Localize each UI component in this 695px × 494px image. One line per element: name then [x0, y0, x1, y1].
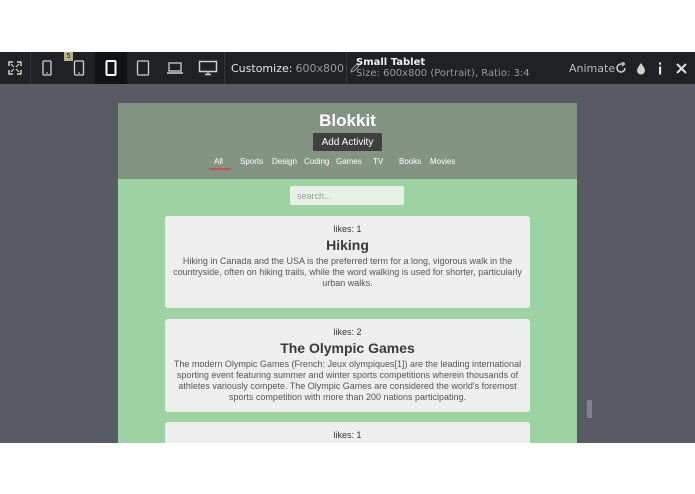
app-title: Blokkit — [319, 111, 376, 130]
device-frame: Blokkit Add Activity All Sports Design C… — [118, 103, 577, 443]
nav-item-sports[interactable]: Sports — [240, 157, 263, 166]
active-nav-underline — [209, 168, 231, 170]
card-title: The Olympic Games — [280, 340, 415, 356]
nav-item-coding[interactable]: Coding — [304, 157, 329, 166]
fullscreen-icon — [8, 61, 22, 75]
rotate-icon — [616, 62, 626, 73]
nav-item-tv[interactable]: TV — [373, 157, 383, 166]
search-input[interactable] — [290, 186, 404, 205]
animate-toggle[interactable]: Animate — [569, 62, 615, 75]
device-badge: 5 — [64, 52, 73, 61]
laptop-icon — [167, 62, 183, 74]
info-icon — [659, 62, 662, 74]
activity-card[interactable]: likes: 1 — [165, 422, 530, 443]
desktop-device-button[interactable] — [191, 52, 224, 84]
fullscreen-button[interactable] — [0, 52, 30, 84]
card-likes: likes: 1 — [333, 430, 362, 440]
card-title: Hiking — [326, 237, 369, 253]
drop-icon — [637, 62, 645, 74]
nav-item-all[interactable]: All — [214, 157, 223, 166]
nav-item-books[interactable]: Books — [399, 157, 421, 166]
scrollbar-thumb[interactable] — [587, 400, 592, 418]
close-icon — [675, 62, 687, 74]
tablet-icon — [136, 60, 150, 76]
card-likes: likes: 1 — [333, 224, 362, 234]
small-tablet-icon — [105, 60, 117, 76]
customize-label: Customize: — [231, 62, 293, 75]
activity-card[interactable]: likes: 2 The Olympic Games The modern Ol… — [165, 319, 530, 412]
phone-landscape-icon — [73, 60, 84, 76]
card-likes: likes: 2 — [333, 327, 362, 337]
device-size-info: Size: 600x800 (Portrait), Ratio: 3:4 — [356, 68, 530, 79]
phone-device-button[interactable] — [31, 52, 62, 84]
phone-icon — [41, 60, 52, 76]
add-activity-button[interactable]: Add Activity — [313, 133, 382, 151]
device-name: Small Tablet — [356, 57, 426, 68]
activity-card[interactable]: likes: 1 Hiking Hiking in Canada and the… — [165, 216, 530, 308]
top-blank-area — [0, 0, 695, 52]
card-description: The modern Olympic Games (French: Jeux o… — [173, 359, 522, 402]
app-header: Blokkit Add Activity All Sports Design C… — [118, 103, 577, 179]
card-description: Hiking in Canada and the USA is the pref… — [173, 256, 522, 288]
customize-control[interactable]: Customize: 600x800 — [231, 62, 361, 75]
tablet-device-button[interactable] — [127, 52, 159, 84]
color-drop-button[interactable] — [633, 52, 649, 84]
nav-item-design[interactable]: Design — [272, 157, 297, 166]
customize-value: 600x800 — [295, 62, 344, 75]
close-button[interactable] — [672, 52, 690, 84]
nav-item-games[interactable]: Games — [336, 157, 362, 166]
nav-item-movies[interactable]: Movies — [430, 157, 455, 166]
desktop-icon — [198, 60, 217, 76]
small-tablet-device-button[interactable] — [95, 52, 127, 84]
bottom-blank-area — [0, 443, 695, 494]
preview-canvas: Blokkit Add Activity All Sports Design C… — [0, 84, 695, 443]
info-button[interactable] — [652, 52, 668, 84]
laptop-device-button[interactable] — [159, 52, 191, 84]
rotate-button[interactable] — [613, 52, 629, 84]
